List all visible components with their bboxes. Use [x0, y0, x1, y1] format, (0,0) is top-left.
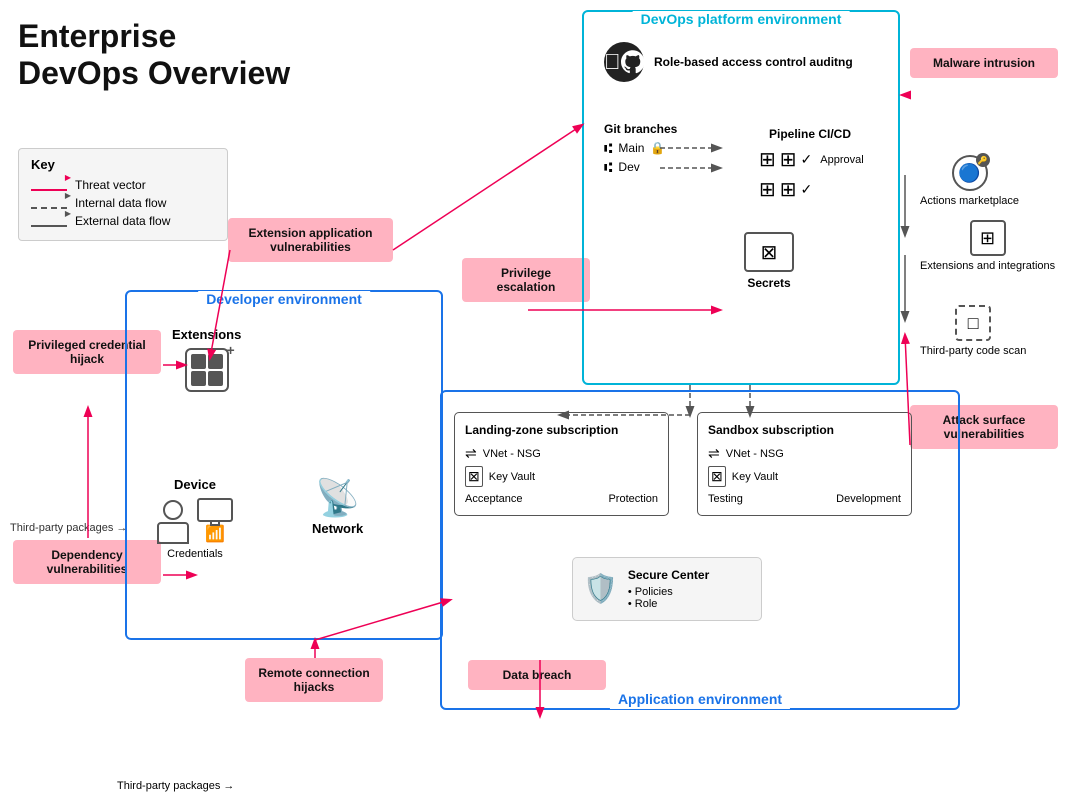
- network-section: 📡 Network: [312, 477, 363, 536]
- pipeline-row2: ⊞ ⊞ ✓: [759, 177, 812, 202]
- threat-remote-connection: Remote connection hijacks: [245, 658, 383, 702]
- actions-marketplace-section: 🔵 🔑 Actions marketplace: [920, 155, 1019, 207]
- third-party-scan-section: □ Third-party code scan: [920, 305, 1026, 357]
- pipeline-row1: ⊞ ⊞ ✓ Approval: [759, 147, 864, 172]
- threat-malware: Malware intrusion: [910, 48, 1058, 78]
- extensions-section: Extensions +: [172, 327, 241, 392]
- pipeline-label: Pipeline CI/CD: [769, 127, 851, 141]
- git-branches-section: Git branches ⑆ Main 🔒 ⑆ Dev: [604, 122, 677, 175]
- devops-label: DevOps platform environment: [641, 11, 842, 27]
- rbac-label: Role-based access control auditng: [654, 55, 853, 69]
- threat-vector-label: Threat vector: [75, 178, 146, 192]
- devops-platform-env: DevOps platform environment  Role-based…: [582, 10, 900, 385]
- third-party-packages-label: Third-party packages →: [10, 522, 127, 534]
- key-box: Key Threat vector Internal data flow Ext…: [18, 148, 228, 241]
- external-flow-label: External data flow: [75, 214, 170, 228]
- developer-env: Developer environment Extensions + Devic…: [125, 290, 443, 640]
- device-section: Device 📶 Credentials: [157, 477, 233, 560]
- application-env: Application environment Landing-zone sub…: [440, 390, 960, 710]
- sandbox-box: Sandbox subscription ⇌ VNet - NSG ⊠ Key …: [697, 412, 912, 516]
- diagram-container: Enterprise DevOps Overview Key Threat ve…: [0, 0, 1079, 779]
- secrets-section: ⊠ Secrets: [744, 232, 794, 290]
- landing-zone-box: Landing-zone subscription ⇌ VNet - NSG ⊠…: [454, 412, 669, 516]
- threat-privilege-escalation: Privilege escalation: [462, 258, 590, 302]
- extensions-integrations-section: ⊞ Extensions and integrations: [920, 220, 1055, 272]
- key-item-internal: Internal data flow: [31, 196, 215, 210]
- page-title: Enterprise DevOps Overview: [18, 18, 290, 92]
- third-party-label: Third-party packages →: [117, 780, 234, 792]
- internal-flow-label: Internal data flow: [75, 196, 166, 210]
- application-label: Application environment: [618, 691, 782, 707]
- github-icon: : [604, 42, 644, 82]
- key-item-external: External data flow: [31, 214, 215, 228]
- secure-center-box: 🛡️ Secure Center • Policies • Role: [572, 557, 762, 621]
- key-item-threat: Threat vector: [31, 178, 215, 192]
- internal-flow-line: [31, 197, 67, 209]
- key-title: Key: [31, 157, 215, 172]
- developer-label: Developer environment: [206, 291, 362, 307]
- threat-extension-app: Extension application vulnerabilities: [228, 218, 393, 262]
- threat-vector-line: [31, 179, 67, 191]
- external-flow-line: [31, 215, 67, 227]
